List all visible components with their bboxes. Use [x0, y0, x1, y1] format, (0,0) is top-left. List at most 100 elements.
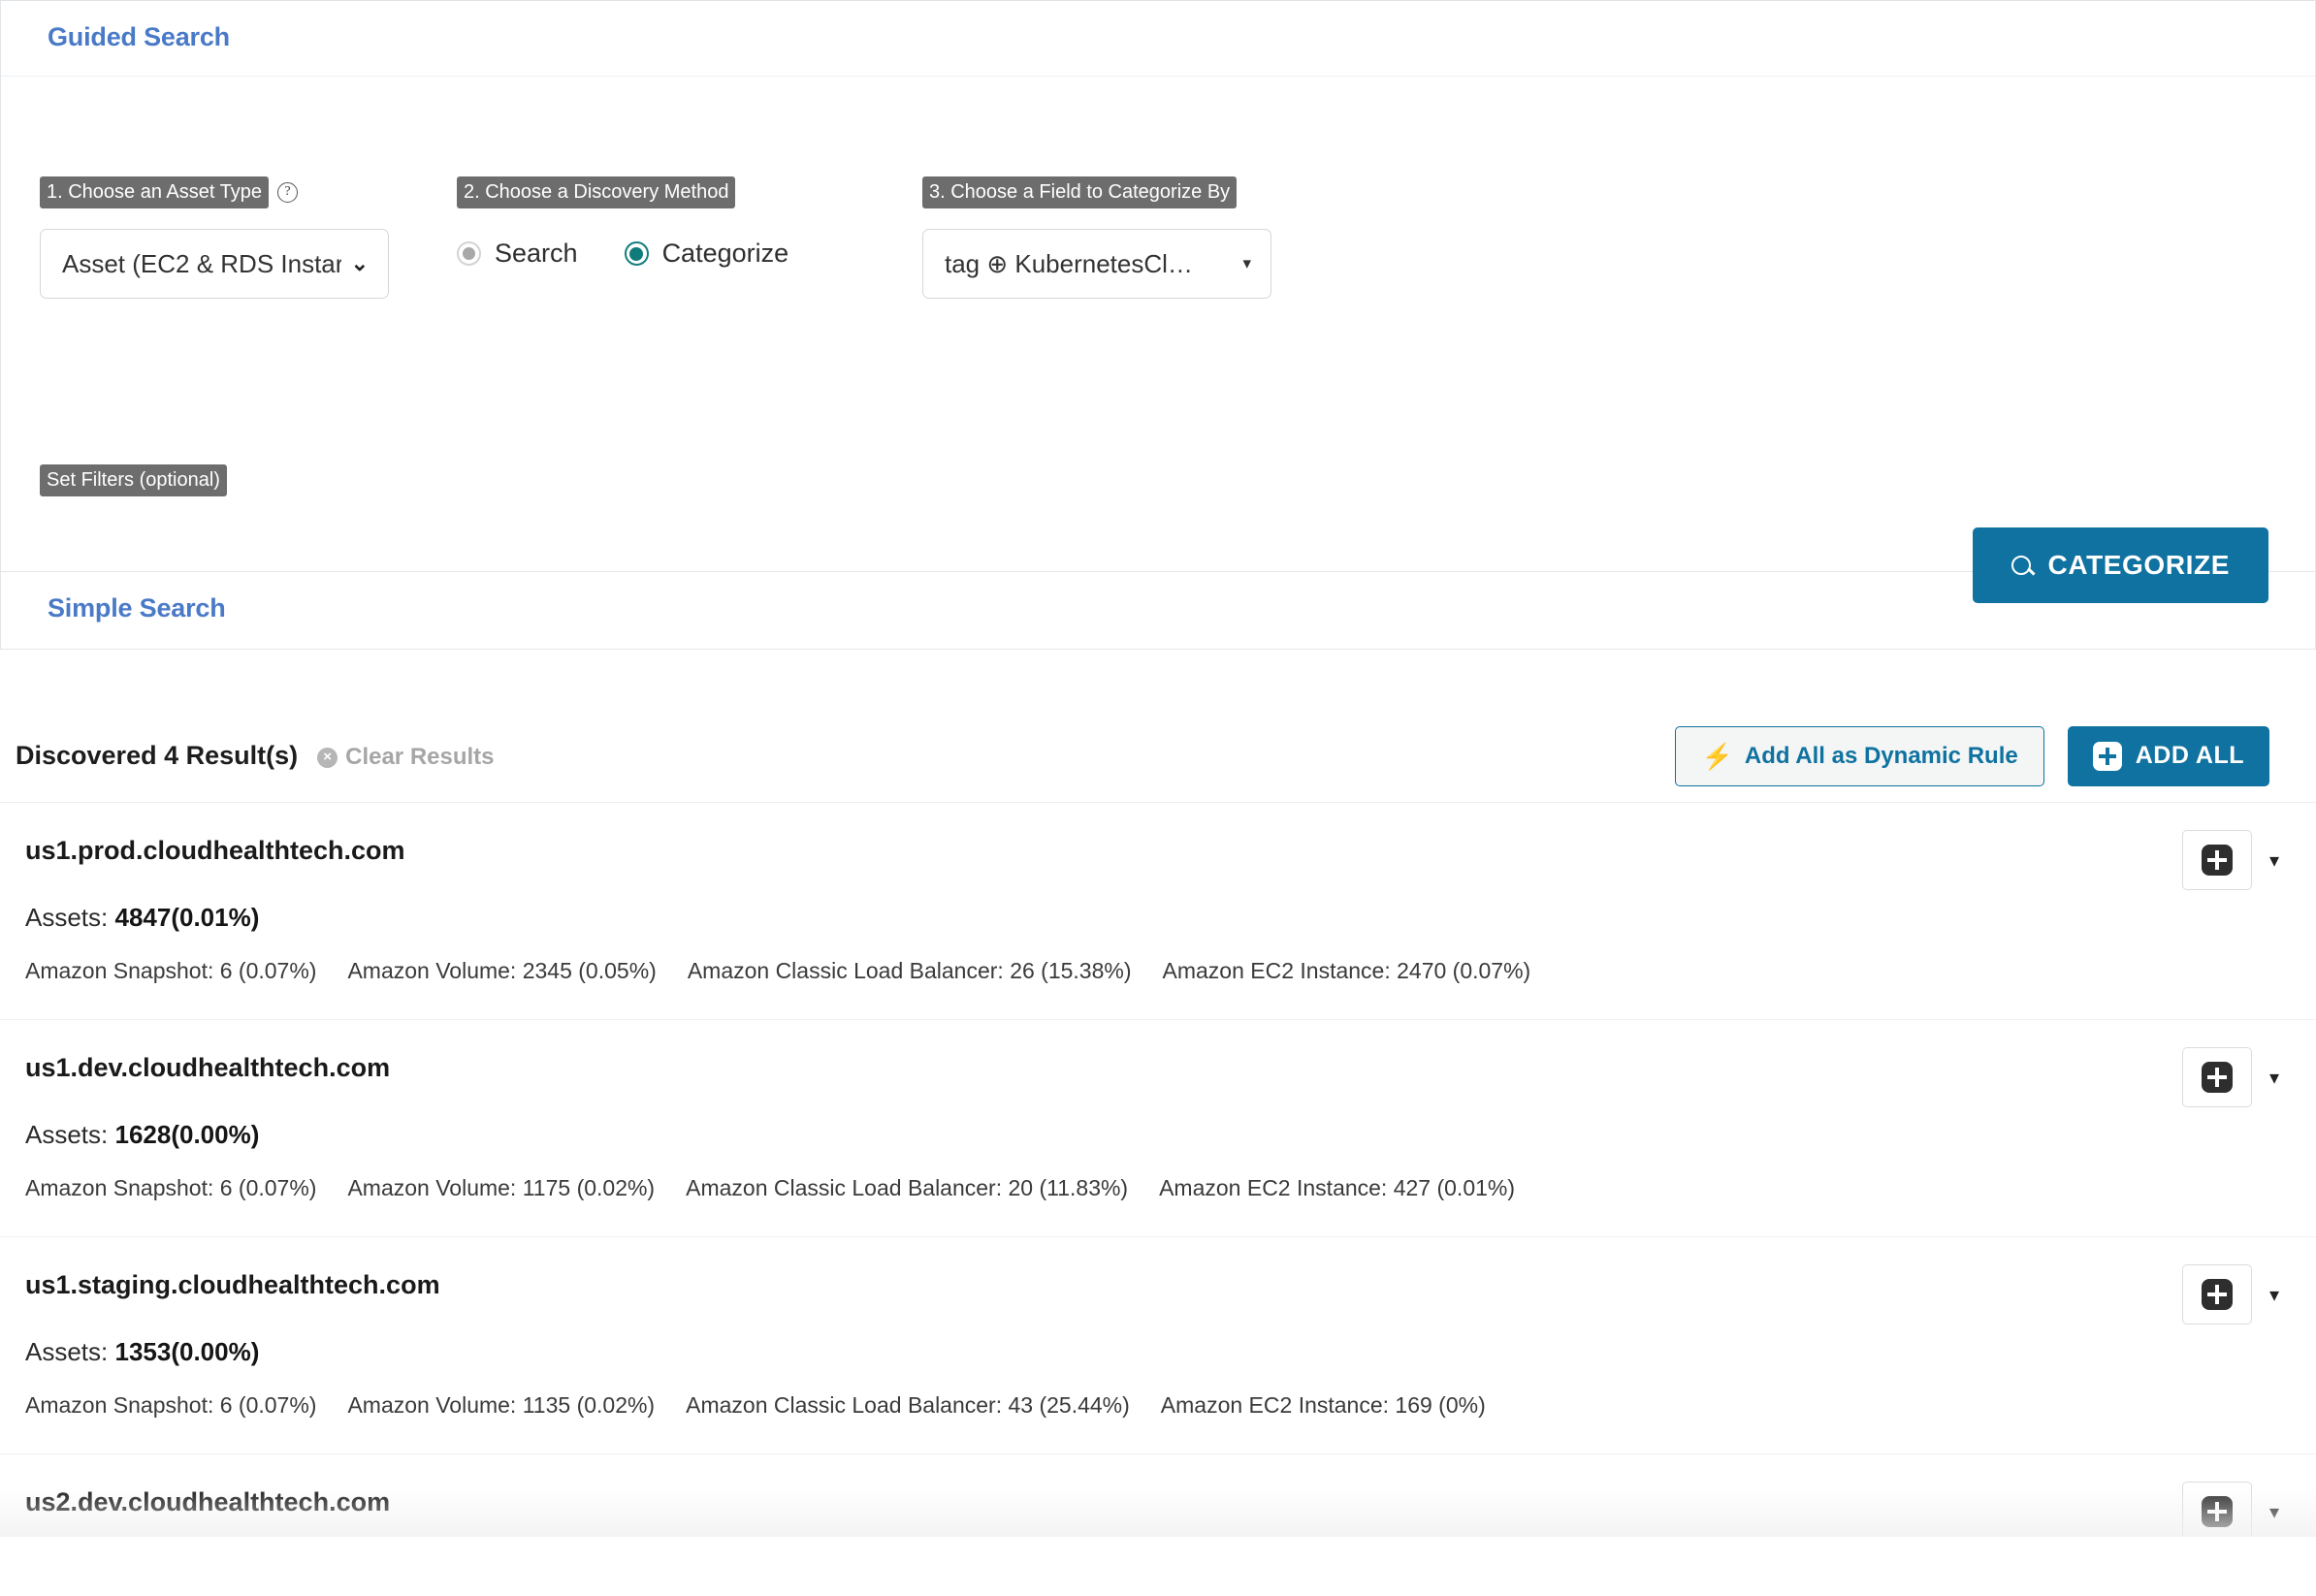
- set-filters-section: Set Filters (optional): [40, 464, 227, 496]
- step1-label-line: 1. Choose an Asset Type ?: [40, 176, 457, 208]
- plus-icon: [2092, 741, 2122, 771]
- simple-search-panel[interactable]: Simple Search: [0, 572, 2316, 650]
- result-assets: Assets: 1353(0.00%): [25, 1337, 2269, 1367]
- step1-label: 1. Choose an Asset Type: [40, 176, 270, 208]
- plus-icon: [2201, 1496, 2233, 1527]
- clear-results-label: Clear Results: [345, 744, 495, 770]
- step-asset-type: 1. Choose an Asset Type ? Asset (EC2 & R…: [40, 176, 457, 299]
- results-header: Discovered 4 Result(s) × Clear Results ⚡…: [0, 710, 2316, 803]
- assets-prefix: Assets:: [25, 1337, 115, 1366]
- breakdown-item: Amazon Volume: 1135 (0.02%): [347, 1392, 656, 1418]
- chevron-down-icon[interactable]: ▾: [2269, 1500, 2279, 1524]
- page-title: Guided Search: [48, 22, 230, 51]
- breakdown-item: Amazon Volume: 1175 (0.02%): [347, 1175, 656, 1200]
- results-section: Discovered 4 Result(s) × Clear Results ⚡…: [0, 710, 2316, 1537]
- breakdown-item: Amazon Snapshot: 6 (0.07%): [25, 1175, 317, 1200]
- assets-value: 1628(0.00%): [114, 1120, 260, 1149]
- result-breakdown: Amazon Snapshot: 6 (0.07%) Amazon Volume…: [25, 1175, 2269, 1201]
- add-all-label: ADD ALL: [2135, 742, 2244, 769]
- asset-type-value: Asset (EC2 & RDS Instar: [62, 248, 341, 278]
- breakdown-item: Amazon Classic Load Balancer: 26 (15.38%…: [687, 958, 1132, 983]
- radio-search-label: Search: [495, 239, 578, 268]
- result-assets: Assets: 4847(0.01%): [25, 903, 2269, 933]
- table-row: us1.dev.cloudhealthtech.com Assets: 1628…: [0, 1020, 2316, 1237]
- table-row: us2.dev.cloudhealthtech.com ▾: [0, 1454, 2316, 1537]
- breakdown-item: Amazon Volume: 2345 (0.05%): [347, 958, 657, 983]
- guided-search-header: Guided Search: [1, 1, 2315, 77]
- categorize-button-label: CATEGORIZE: [2047, 550, 2230, 580]
- assets-value: 4847(0.01%): [114, 903, 260, 932]
- help-icon[interactable]: ?: [277, 181, 299, 203]
- step-categorize-field: 3. Choose a Field to Categorize By tag ⊕…: [922, 176, 1427, 299]
- breakdown-item: Amazon Snapshot: 6 (0.07%): [25, 958, 317, 983]
- plus-icon: [2201, 1062, 2233, 1093]
- asset-type-select[interactable]: Asset (EC2 & RDS Instar ⌄: [40, 229, 389, 299]
- row-add-control: ▾: [2181, 1264, 2279, 1325]
- categorize-button-wrap: CATEGORIZE: [1972, 527, 2268, 603]
- chevron-down-icon: ▾: [1242, 254, 1251, 272]
- results-actions: ⚡ Add All as Dynamic Rule ADD ALL: [1675, 725, 2269, 786]
- result-assets: Assets: 1628(0.00%): [25, 1120, 2269, 1150]
- step-discovery-method: 2. Choose a Discovery Method Search Cate…: [457, 176, 922, 269]
- result-host: us2.dev.cloudhealthtech.com: [25, 1487, 391, 1516]
- row-add-control: ▾: [2181, 1482, 2279, 1537]
- guided-search-body: 1. Choose an Asset Type ? Asset (EC2 & R…: [1, 77, 2315, 603]
- radio-categorize-label: Categorize: [661, 239, 789, 268]
- table-row: us1.staging.cloudhealthtech.com Assets: …: [0, 1237, 2316, 1454]
- discovery-method-radios: Search Categorize: [457, 239, 922, 269]
- bolt-icon: ⚡: [1701, 741, 1733, 771]
- x-circle-icon: ×: [317, 747, 338, 768]
- simple-search-header[interactable]: Simple Search: [1, 572, 2315, 649]
- results-summary: Discovered 4 Result(s) × Clear Results: [16, 741, 495, 771]
- assets-prefix: Assets:: [25, 903, 115, 932]
- breakdown-item: Amazon EC2 Instance: 2470 (0.07%): [1162, 958, 1531, 983]
- guided-search-panel: Guided Search 1. Choose an Asset Type ? …: [0, 0, 2316, 603]
- add-all-as-dynamic-rule-button[interactable]: ⚡ Add All as Dynamic Rule: [1675, 725, 2044, 786]
- breakdown-item: Amazon Classic Load Balancer: 43 (25.44%…: [686, 1392, 1130, 1418]
- add-all-button[interactable]: ADD ALL: [2067, 725, 2269, 786]
- plus-icon: [2201, 845, 2233, 876]
- results-count-label: Discovered 4 Result(s): [16, 741, 299, 770]
- assets-value: 1353(0.00%): [114, 1337, 260, 1366]
- breakdown-item: Amazon Classic Load Balancer: 20 (11.83%…: [686, 1175, 1129, 1200]
- add-row-button[interactable]: [2181, 1047, 2252, 1107]
- chevron-down-icon[interactable]: ▾: [2269, 1066, 2279, 1090]
- radio-search[interactable]: Search: [457, 239, 578, 269]
- row-add-control: ▾: [2181, 830, 2279, 890]
- search-icon: [2010, 556, 2031, 575]
- set-filters-label[interactable]: Set Filters (optional): [40, 464, 227, 496]
- chevron-down-icon[interactable]: ▾: [2269, 1283, 2279, 1307]
- table-row: us1.prod.cloudhealthtech.com Assets: 484…: [0, 803, 2316, 1020]
- section-spacer: [0, 650, 2316, 710]
- chevron-down-icon: ⌄: [350, 251, 369, 275]
- categorize-button[interactable]: CATEGORIZE: [1972, 527, 2268, 603]
- radio-categorize[interactable]: Categorize: [624, 239, 789, 269]
- result-breakdown: Amazon Snapshot: 6 (0.07%) Amazon Volume…: [25, 1392, 2269, 1419]
- assets-prefix: Assets:: [25, 1120, 115, 1149]
- breakdown-item: Amazon EC2 Instance: 169 (0%): [1160, 1392, 1486, 1418]
- result-host: us1.dev.cloudhealthtech.com: [25, 1053, 391, 1082]
- add-all-as-dynamic-rule-label: Add All as Dynamic Rule: [1744, 742, 2018, 769]
- step3-label: 3. Choose a Field to Categorize By: [922, 176, 1238, 208]
- row-add-control: ▾: [2181, 1047, 2279, 1107]
- add-row-button[interactable]: [2181, 1264, 2252, 1325]
- breakdown-item: Amazon EC2 Instance: 427 (0.01%): [1159, 1175, 1516, 1200]
- categorize-field-select[interactable]: tag ⊕ KubernetesCl… ▾: [922, 229, 1271, 299]
- result-host: us1.prod.cloudhealthtech.com: [25, 836, 405, 865]
- clear-results-button[interactable]: × Clear Results: [317, 744, 495, 771]
- radio-categorize-indicator[interactable]: [624, 241, 649, 266]
- add-row-button[interactable]: [2181, 830, 2252, 890]
- radio-search-indicator[interactable]: [457, 241, 481, 266]
- add-row-button[interactable]: [2181, 1482, 2252, 1537]
- result-breakdown: Amazon Snapshot: 6 (0.07%) Amazon Volume…: [25, 958, 2269, 984]
- breakdown-item: Amazon Snapshot: 6 (0.07%): [25, 1392, 317, 1418]
- guided-steps: 1. Choose an Asset Type ? Asset (EC2 & R…: [40, 77, 2276, 299]
- categorize-field-value: tag ⊕ KubernetesCl…: [945, 248, 1193, 278]
- result-host: us1.staging.cloudhealthtech.com: [25, 1270, 440, 1299]
- step2-label-line: 2. Choose a Discovery Method: [457, 176, 922, 208]
- step3-label-line: 3. Choose a Field to Categorize By: [922, 176, 1427, 208]
- step2-label: 2. Choose a Discovery Method: [457, 176, 736, 208]
- plus-icon: [2201, 1279, 2233, 1310]
- chevron-down-icon[interactable]: ▾: [2269, 848, 2279, 873]
- simple-search-title[interactable]: Simple Search: [48, 593, 2268, 623]
